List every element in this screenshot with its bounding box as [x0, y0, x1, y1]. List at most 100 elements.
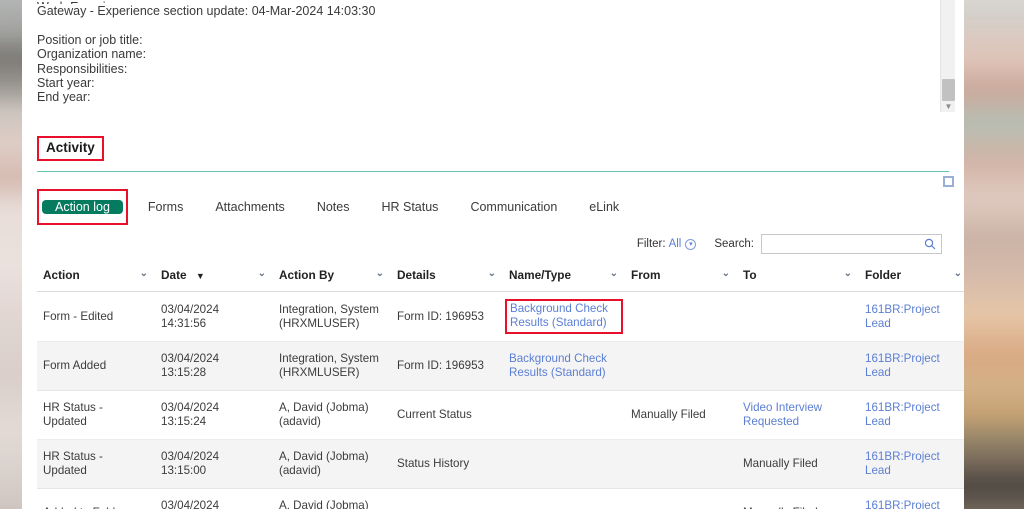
- table-body: Form - Edited 03/04/2024 14:31:56 Integrat…: [37, 291, 964, 509]
- cell-to-link[interactable]: Video Interview Requested: [743, 401, 822, 428]
- cell-action-by: Integration, System (HRXMLUSER): [273, 341, 391, 391]
- tab-communication[interactable]: Communication: [454, 192, 573, 222]
- chevron-down-icon[interactable]: ⌄: [610, 269, 618, 279]
- column-header-action-by-label: Action By: [279, 268, 335, 282]
- table-row[interactable]: HR Status - Updated 03/04/2024 13:15:24 A,…: [37, 390, 964, 440]
- cell-action-by: A, David (Jobma) (adavid): [273, 488, 391, 509]
- cell-folder-link[interactable]: 161BR:Project Lead: [865, 352, 940, 379]
- column-header-date[interactable]: Date ▼ ⌄: [155, 260, 273, 292]
- tab-action-log[interactable]: Action log: [42, 200, 123, 214]
- cell-to: [737, 291, 859, 342]
- cell-date: 03/04/2024 14:31:56: [155, 291, 273, 342]
- cell-action: Added to Folder: [37, 488, 155, 509]
- cell-from: [625, 439, 737, 489]
- background-image-blur-left: [0, 0, 22, 509]
- cell-folder[interactable]: 161BR:Project Lead: [859, 488, 964, 509]
- chevron-down-icon[interactable]: ⌄: [376, 269, 384, 279]
- chevron-down-icon[interactable]: ▾: [685, 238, 697, 250]
- detail-line-responsibilities: Responsibilities:: [37, 61, 128, 76]
- cell-from: [625, 341, 737, 391]
- chevron-down-icon[interactable]: ⌄: [140, 269, 148, 279]
- page-background-left: [0, 0, 22, 509]
- scrollbar-thumb[interactable]: [942, 79, 955, 101]
- activity-log-table: Action ⌄ Date ▼ ⌄ Action By ⌄ Details ⌄: [37, 260, 964, 509]
- column-header-folder-label: Folder: [865, 268, 902, 282]
- chevron-down-icon[interactable]: ⌄: [488, 269, 496, 279]
- table-row[interactable]: Form Added 03/04/2024 13:15:28 Integration…: [37, 341, 964, 391]
- cell-details: Current Status: [391, 390, 503, 440]
- detail-line-start-year: Start year:: [37, 76, 95, 91]
- cell-folder-link[interactable]: 161BR:Project Lead: [865, 401, 940, 428]
- chevron-down-icon[interactable]: ⌄: [954, 269, 962, 279]
- cell-folder[interactable]: 161BR:Project Lead: [859, 390, 964, 440]
- scrollbar-down-arrow-icon[interactable]: ▼: [941, 101, 956, 112]
- sort-descending-icon[interactable]: ▼: [196, 271, 205, 281]
- cell-to[interactable]: Video Interview Requested: [737, 390, 859, 440]
- tab-hr-status[interactable]: HR Status: [365, 192, 454, 222]
- detail-line-position: Position or job title:: [37, 32, 143, 47]
- column-header-to[interactable]: To ⌄: [737, 260, 859, 292]
- table-row[interactable]: Form - Edited 03/04/2024 14:31:56 Integrat…: [37, 291, 964, 342]
- filter-label: Filter:: [636, 238, 666, 250]
- tab-forms[interactable]: Forms: [132, 192, 199, 222]
- cell-name-type[interactable]: Background Check Results (Standard): [503, 341, 625, 391]
- search-input[interactable]: [762, 235, 920, 253]
- filter-value[interactable]: All: [669, 238, 682, 250]
- cell-from: [625, 291, 737, 342]
- column-header-from[interactable]: From ⌄: [625, 260, 737, 292]
- column-header-folder[interactable]: Folder ⌄: [859, 260, 964, 292]
- column-header-action-by[interactable]: Action By ⌄: [273, 260, 391, 292]
- cell-name-type: [503, 488, 625, 509]
- column-header-details[interactable]: Details ⌄: [391, 260, 503, 292]
- table-toolbar: Filter: All ▾ Search:: [22, 233, 942, 255]
- column-header-to-label: To: [743, 268, 757, 282]
- column-header-name-type[interactable]: Name/Type ⌄: [503, 260, 625, 292]
- cell-name-type[interactable]: Background Check Results (Standard): [503, 291, 625, 342]
- detail-text-block: Work-Experience Gateway - Experience sec…: [37, 0, 964, 105]
- search-box[interactable]: [761, 234, 942, 254]
- page-title: Activity: [37, 136, 104, 161]
- section-divider-row: [37, 167, 954, 189]
- search-label: Search:: [714, 238, 754, 250]
- section-divider: [37, 171, 949, 172]
- cell-details: Form ID: 196953: [391, 341, 503, 391]
- cell-folder[interactable]: 161BR:Project Lead: [859, 341, 964, 391]
- cell-name-type-link[interactable]: Background Check Results (Standard): [510, 302, 608, 329]
- cell-to: [737, 341, 859, 391]
- table-row[interactable]: Added to Folder03/04/2024 13:14:59A, Dav…: [37, 488, 964, 509]
- expand-panel-icon[interactable]: [943, 176, 954, 187]
- cell-folder[interactable]: 161BR:Project Lead: [859, 291, 964, 342]
- cell-folder[interactable]: 161BR:Project Lead: [859, 439, 964, 489]
- column-header-action[interactable]: Action ⌄: [37, 260, 155, 292]
- cell-folder-link[interactable]: 161BR:Project Lead: [865, 303, 940, 330]
- chevron-down-icon[interactable]: ⌄: [258, 269, 266, 279]
- table-header-row: Action ⌄ Date ▼ ⌄ Action By ⌄ Details ⌄: [37, 260, 964, 292]
- cell-action: Form - Edited: [37, 291, 155, 342]
- table-row[interactable]: HR Status - Updated 03/04/2024 13:15:00 A,…: [37, 439, 964, 489]
- cell-date: 03/04/2024 13:15:24: [155, 390, 273, 440]
- detail-panel-scrollbar[interactable]: ▼: [940, 0, 955, 112]
- cell-folder-link[interactable]: 161BR:Project Lead: [865, 499, 940, 509]
- column-header-date-label: Date: [161, 268, 187, 282]
- tab-action-log-highlight: Action log: [37, 189, 128, 225]
- cell-details: Status History: [391, 439, 503, 489]
- highlight-box: Background Check Results (Standard): [505, 299, 623, 334]
- cell-action-by: A, David (Jobma) (adavid): [273, 439, 391, 489]
- cell-date: 03/04/2024 13:15:00: [155, 439, 273, 489]
- cell-folder-link[interactable]: 161BR:Project Lead: [865, 450, 940, 477]
- cell-action: Form Added: [37, 341, 155, 391]
- cell-name-type: [503, 439, 625, 489]
- detail-line-gateway-update: Gateway - Experience section update: 04-…: [37, 4, 376, 18]
- tab-attachments[interactable]: Attachments: [199, 192, 300, 222]
- cell-from: Manually Filed: [625, 390, 737, 440]
- chevron-down-icon[interactable]: ⌄: [722, 269, 730, 279]
- column-header-details-label: Details: [397, 268, 436, 282]
- tab-elink[interactable]: eLink: [573, 192, 635, 222]
- cell-to: Manually Filed: [737, 488, 859, 509]
- cell-details: [391, 488, 503, 509]
- chevron-down-icon[interactable]: ⌄: [844, 269, 852, 279]
- tab-notes[interactable]: Notes: [301, 192, 366, 222]
- search-icon[interactable]: [924, 238, 936, 250]
- cell-date: 03/04/2024 13:15:28: [155, 341, 273, 391]
- cell-name-type-link[interactable]: Background Check Results (Standard): [509, 352, 607, 379]
